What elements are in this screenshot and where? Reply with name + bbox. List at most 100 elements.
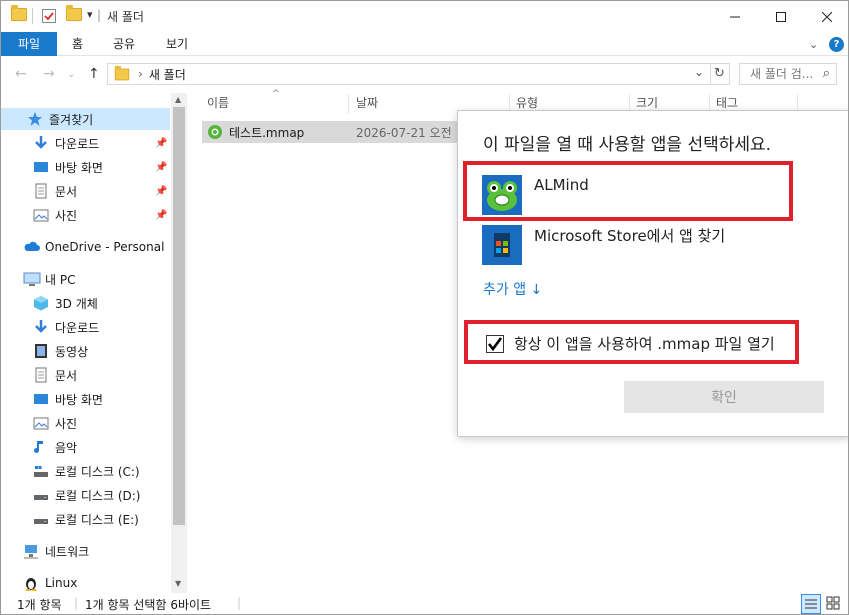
explorer-window: ▾ | 새 폴더 파일 홈 공유 보기 ⌄ ? ← → ⌄ ↑ › 새 폴더 ⌄… bbox=[0, 0, 849, 615]
details-view-icon[interactable] bbox=[801, 594, 821, 614]
navigation-bar: ← → ⌄ ↑ › 새 폴더 ⌄ ↻ 새 폴더 검... ⌕ bbox=[1, 57, 848, 91]
sidebar-item-3d-objects[interactable]: 3D 개체 bbox=[1, 292, 98, 314]
picture-icon bbox=[33, 207, 49, 223]
sidebar-item-label: 사진 bbox=[55, 208, 78, 223]
sidebar-item-network[interactable]: 네트워크 bbox=[1, 540, 89, 562]
recent-locations-chevron-icon[interactable]: ⌄ bbox=[67, 69, 75, 80]
back-arrow-icon[interactable]: ← bbox=[15, 66, 27, 82]
address-dropdown-icon[interactable]: ⌄ bbox=[694, 65, 704, 79]
sidebar-item-label: 3D 개체 bbox=[55, 296, 98, 311]
store-icon bbox=[482, 225, 522, 265]
sidebar-item-quick-access[interactable]: 즐겨찾기 bbox=[1, 108, 170, 130]
app-option-microsoft-store[interactable]: Microsoft Store에서 앱 찾기 bbox=[458, 221, 848, 271]
quick-access-folder-icon[interactable] bbox=[11, 5, 27, 21]
column-header-name[interactable]: 이름 bbox=[207, 91, 229, 115]
sidebar-item-label: 로컬 디스크 (E:) bbox=[55, 512, 139, 527]
maximize-button[interactable] bbox=[758, 1, 804, 32]
sidebar-item-documents-pinned[interactable]: 문서 📌 bbox=[1, 180, 171, 202]
close-button[interactable] bbox=[804, 1, 848, 32]
pin-icon: 📌 bbox=[155, 185, 168, 197]
file-name: 테스트.mmap bbox=[229, 125, 305, 140]
file-row[interactable]: 테스트.mmap 2026-07-21 오전 bbox=[202, 121, 462, 143]
sidebar-item-this-pc[interactable]: 내 PC bbox=[1, 268, 75, 290]
search-icon: ⌕ bbox=[822, 66, 830, 81]
file-date: 2026-07-21 오전 bbox=[356, 125, 452, 140]
pin-icon: 📌 bbox=[155, 161, 168, 173]
more-apps-link[interactable]: 추가 앱 ↓ bbox=[483, 279, 542, 299]
title-bar: ▾ | 새 폴더 bbox=[1, 1, 848, 32]
sidebar-item-downloads-pinned[interactable]: 다운로드 📌 bbox=[1, 132, 171, 154]
picture-icon bbox=[33, 415, 49, 431]
sidebar-item-documents[interactable]: 문서 bbox=[1, 364, 77, 386]
search-placeholder: 새 폴더 검... bbox=[750, 67, 814, 81]
linux-icon bbox=[23, 575, 39, 591]
help-icon[interactable]: ? bbox=[829, 37, 844, 52]
sidebar-item-desktop[interactable]: 바탕 화면 bbox=[1, 388, 103, 410]
forward-arrow-icon[interactable]: → bbox=[43, 66, 55, 82]
ok-button[interactable]: 확인 bbox=[624, 381, 824, 413]
address-bar[interactable]: › 새 폴더 ⌄ bbox=[107, 63, 711, 85]
sidebar-item-label: 바탕 화면 bbox=[55, 160, 103, 175]
close-icon bbox=[822, 11, 832, 22]
title-separator: | bbox=[97, 8, 102, 22]
drive-icon bbox=[33, 511, 49, 527]
folder-icon bbox=[114, 65, 130, 80]
video-icon bbox=[33, 343, 49, 359]
sidebar-item-music[interactable]: 음악 bbox=[1, 436, 77, 458]
system-drive-icon bbox=[33, 463, 49, 479]
tab-share[interactable]: 공유 bbox=[113, 32, 135, 56]
sidebar-item-drive-d[interactable]: 로컬 디스크 (D:) bbox=[1, 484, 140, 506]
expand-ribbon-chevron-icon[interactable]: ⌄ bbox=[809, 38, 818, 51]
app-name-microsoft-store: Microsoft Store에서 앱 찾기 bbox=[534, 227, 726, 245]
sidebar-item-drive-c[interactable]: 로컬 디스크 (C:) bbox=[1, 460, 140, 482]
properties-icon[interactable] bbox=[41, 8, 57, 24]
sidebar-item-desktop-pinned[interactable]: 바탕 화면 📌 bbox=[1, 156, 171, 178]
large-icons-view-icon[interactable] bbox=[824, 594, 844, 614]
qa-customize-dropdown[interactable]: ▾ bbox=[87, 8, 93, 21]
search-input[interactable]: 새 폴더 검... ⌕ bbox=[739, 63, 837, 85]
dialog-title: 이 파일을 열 때 사용할 앱을 선택하세요. bbox=[483, 135, 772, 155]
sidebar-item-label: 문서 bbox=[55, 184, 78, 199]
sidebar-item-pictures[interactable]: 사진 bbox=[1, 412, 77, 434]
selection-info: 1개 항목 선택함 6바이트 bbox=[85, 598, 212, 612]
download-icon bbox=[33, 135, 49, 151]
sidebar-item-label: 바탕 화면 bbox=[55, 392, 103, 407]
minimize-button[interactable] bbox=[712, 1, 758, 32]
sidebar-item-pictures-pinned[interactable]: 사진 📌 bbox=[1, 204, 171, 226]
mmap-file-icon bbox=[207, 124, 223, 140]
maximize-icon bbox=[776, 11, 786, 22]
scroll-up-icon[interactable]: ▲ bbox=[175, 95, 181, 104]
document-icon bbox=[33, 367, 49, 383]
tab-view[interactable]: 보기 bbox=[166, 32, 188, 56]
scroll-down-icon[interactable]: ▼ bbox=[175, 579, 181, 588]
minimize-icon bbox=[730, 16, 740, 17]
cloud-icon bbox=[23, 239, 40, 255]
network-icon bbox=[23, 543, 39, 559]
sidebar-item-downloads[interactable]: 다운로드 bbox=[1, 316, 99, 338]
sidebar-item-videos[interactable]: 동영상 bbox=[1, 340, 88, 362]
new-folder-icon[interactable] bbox=[66, 5, 82, 21]
sidebar-scrollbar[interactable]: ▲ ▼ bbox=[171, 93, 187, 593]
breadcrumb-current[interactable]: 새 폴더 bbox=[149, 66, 186, 83]
sidebar-item-linux[interactable]: Linux bbox=[1, 572, 77, 594]
sidebar-item-onedrive[interactable]: OneDrive - Personal bbox=[1, 236, 164, 258]
pc-icon bbox=[23, 271, 41, 287]
ribbon: 파일 홈 공유 보기 ⌄ ? bbox=[1, 32, 848, 56]
sidebar-item-label: 로컬 디스크 (D:) bbox=[55, 488, 141, 503]
sidebar-item-label: 즐겨찾기 bbox=[49, 112, 94, 127]
up-arrow-icon[interactable]: ↑ bbox=[88, 66, 100, 82]
sidebar-item-label: OneDrive - Personal bbox=[45, 240, 165, 254]
sidebar-item-drive-e[interactable]: 로컬 디스크 (E:) bbox=[1, 508, 139, 530]
cube-icon bbox=[33, 295, 49, 311]
tab-home[interactable]: 홈 bbox=[72, 32, 83, 56]
sidebar-item-label: 문서 bbox=[55, 368, 78, 383]
sort-ascending-icon: ^ bbox=[272, 89, 280, 99]
sidebar-item-label: 동영상 bbox=[55, 344, 89, 359]
scrollbar-thumb[interactable] bbox=[173, 107, 185, 525]
tab-file[interactable]: 파일 bbox=[1, 32, 57, 56]
column-header-date[interactable]: 날짜 bbox=[356, 91, 378, 115]
desktop-icon bbox=[33, 391, 49, 407]
navigation-pane: 즐겨찾기 다운로드 📌 바탕 화면 📌 문서 📌 사진 📌 OneDrive -… bbox=[1, 93, 187, 593]
music-icon bbox=[33, 439, 49, 455]
refresh-button[interactable]: ↻ bbox=[710, 63, 730, 85]
